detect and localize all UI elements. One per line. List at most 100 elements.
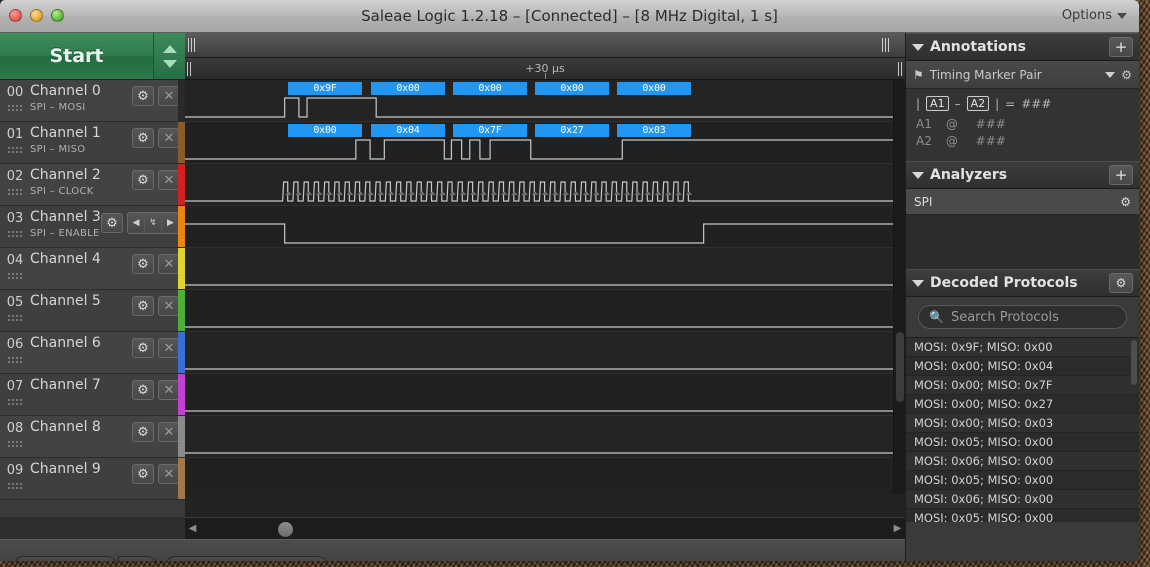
channel-settings-button[interactable]: ⚙ [132,170,154,190]
start-capture-button[interactable]: Start [0,33,154,79]
annotation-type-selector[interactable]: ⚑ Timing Marker Pair ⚙ [906,61,1139,89]
protocol-list-scrollbar-thumb[interactable] [1131,340,1137,385]
channel-settings-button[interactable]: ⚙ [132,86,154,106]
waveform-row-00[interactable]: 0x9F 0x00 0x00 0x00 0x00 [185,80,905,122]
channel-row-08[interactable]: 08 Channel 8 ⚙ ✕ [0,416,185,458]
analyzers-panel-header[interactable]: Analyzers + [906,161,1139,189]
channel-hide-button[interactable]: ✕ [158,464,180,484]
scroll-right-arrow-icon[interactable]: ▶ [890,519,905,539]
marker-a1-badge[interactable]: A1 [926,96,949,111]
channel-row-04[interactable]: 04 Channel 4 ⚙ ✕ [0,248,185,290]
waveform-vertical-scrollbar[interactable] [893,80,905,494]
collapse-triangle-icon[interactable] [912,171,924,179]
add-annotation-button[interactable]: + [1109,37,1133,57]
horizontal-scroll-track[interactable] [200,519,890,539]
add-analyzer-button[interactable]: + [1109,165,1133,185]
waveform-vertical-scrollbar-thumb[interactable] [896,332,904,402]
options-menu-button[interactable]: Options [1062,8,1127,23]
timeline-grip-right-icon[interactable] [882,38,890,52]
channel-hide-button[interactable]: ✕ [158,170,180,190]
channel-drag-handle-icon[interactable] [7,272,22,281]
channel-settings-button[interactable]: ⚙ [101,213,123,233]
channel-hide-button[interactable]: ✕ [158,128,180,148]
channel-settings-button[interactable]: ⚙ [132,128,154,148]
horizontal-scroll-thumb[interactable] [278,521,293,537]
chevron-down-icon[interactable] [1105,71,1116,78]
collapse-triangle-icon[interactable] [912,43,924,51]
channel-row-06[interactable]: 06 Channel 6 ⚙ ✕ [0,332,185,374]
arrow-up-icon[interactable] [162,44,177,53]
channel-hide-button[interactable]: ✕ [158,422,180,442]
channel-hide-button[interactable]: ✕ [158,380,180,400]
waveform-row-04[interactable] [185,248,905,290]
analyzer-row-spi[interactable]: SPI ⚙ [906,189,1139,215]
channel-row-07[interactable]: 07 Channel 7 ⚙ ✕ [0,374,185,416]
protocol-row[interactable]: MOSI: 0x00; MISO: 0x03 [906,414,1139,433]
channel-drag-handle-icon[interactable] [7,398,22,407]
waveform-row-03[interactable] [185,206,905,248]
capture-tab[interactable]: 🔍 Capture [16,556,120,561]
channel-hide-button[interactable]: ✕ [158,86,180,106]
decoded-protocols-panel-header[interactable]: Decoded Protocols ⚙ [906,269,1139,297]
waveform-row-05[interactable] [185,290,905,332]
channel-settings-button[interactable]: ⚙ [132,380,154,400]
channel-settings-button[interactable]: ⚙ [132,296,154,316]
channel-hide-button[interactable]: ✕ [158,296,180,316]
trigger-rising-edge-button[interactable]: ▶ [162,213,179,233]
trigger-pulse-button[interactable]: ↯ [145,213,162,233]
protocol-row[interactable]: MOSI: 0x00; MISO: 0x27 [906,395,1139,414]
arrow-down-icon[interactable] [162,59,177,68]
channel-drag-handle-icon[interactable] [7,356,22,365]
protocol-row[interactable]: MOSI: 0x00; MISO: 0x7F [906,376,1139,395]
capture-mode-stepper[interactable] [154,33,185,79]
collapse-triangle-icon[interactable] [912,279,924,287]
channel-drag-handle-icon[interactable] [7,314,22,323]
channel-drag-handle-icon[interactable] [7,230,22,239]
timeline-grip-left-icon[interactable] [188,38,196,52]
annotations-panel-header[interactable]: Annotations + [906,33,1139,61]
channel-row-05[interactable]: 05 Channel 5 ⚙ ✕ [0,290,185,332]
waveform-row-06[interactable] [185,332,905,374]
channel-row-01[interactable]: 01 Channel 1 SPI – MISO ⚙ ✕ [0,122,185,164]
channel-hide-button[interactable]: ✕ [158,254,180,274]
protocol-row[interactable]: MOSI: 0x05; MISO: 0x00 [906,509,1139,522]
channel-hide-button[interactable]: ✕ [158,338,180,358]
search-protocols-input[interactable]: 🔍 Search Protocols [918,305,1127,329]
channel-row-00[interactable]: 00 Channel 0 SPI – MOSI ⚙ ✕ [0,80,185,122]
waveform-row-01[interactable]: 0x00 0x04 0x7F 0x27 0x03 [185,122,905,164]
trigger-falling-edge-button[interactable]: ◀ [128,213,145,233]
gear-icon[interactable]: ⚙ [1120,195,1131,209]
marker-a2-badge[interactable]: A2 [966,96,990,111]
ruler-grip-right-icon[interactable] [898,62,903,76]
protocol-row[interactable]: MOSI: 0x06; MISO: 0x00 [906,452,1139,471]
channel-row-09[interactable]: 09 Channel 9 ⚙ ✕ [0,458,185,500]
channel-settings-button[interactable]: ⚙ [132,338,154,358]
channel-drag-handle-icon[interactable] [7,104,22,113]
protocol-row[interactable]: MOSI: 0x00; MISO: 0x04 [906,357,1139,376]
protocol-row[interactable]: MOSI: 0x06; MISO: 0x00 [906,490,1139,509]
channel-drag-handle-icon[interactable] [7,188,22,197]
waveform-row-02[interactable] [185,164,905,206]
waveform-row-08[interactable] [185,416,905,458]
protocol-row[interactable]: MOSI: 0x05; MISO: 0x00 [906,433,1139,452]
timeline-ruler[interactable]: +30 µs [185,58,905,80]
channel-row-02[interactable]: 02 Channel 2 SPI – CLOCK ⚙ ✕ [0,164,185,206]
sample-rate-tab[interactable]: 8 MHz, 8 M Sa... ⚙ [165,556,331,561]
waveform-row-07[interactable] [185,374,905,416]
gear-icon[interactable]: ⚙ [1121,68,1132,82]
channel-settings-button[interactable]: ⚙ [132,254,154,274]
channel-drag-handle-icon[interactable] [7,482,22,491]
protocol-row[interactable]: MOSI: 0x05; MISO: 0x00 [906,471,1139,490]
scroll-left-arrow-icon[interactable]: ◀ [185,519,200,539]
protocol-row[interactable]: MOSI: 0x9F; MISO: 0x00 [906,338,1139,357]
waveform-horizontal-scrollbar[interactable]: ◀ ▶ [185,517,905,539]
waveform-row-09[interactable] [185,458,905,494]
decoded-protocol-rows[interactable]: MOSI: 0x9F; MISO: 0x00 MOSI: 0x00; MISO: … [906,337,1139,522]
channel-settings-button[interactable]: ⚙ [132,464,154,484]
timeline-top-bar[interactable] [185,33,905,58]
channel-drag-handle-icon[interactable] [7,146,22,155]
channel-row-03[interactable]: 03 Channel 3 SPI – ENABLE ⚙ ◀ ↯ ▶ [0,206,185,248]
channel-settings-button[interactable]: ⚙ [132,422,154,442]
channel-drag-handle-icon[interactable] [7,440,22,449]
decoded-protocols-settings-button[interactable]: ⚙ [1109,273,1133,293]
